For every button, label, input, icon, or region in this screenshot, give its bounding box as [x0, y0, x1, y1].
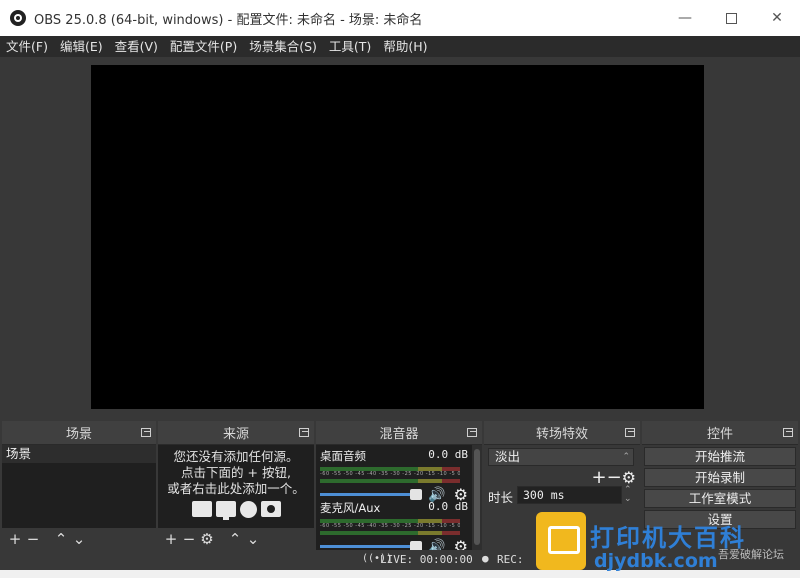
source-list[interactable]: 您还没有添加任何源。 点击下面的 + 按钮, 或者右击此处添加一个。: [158, 445, 314, 528]
mixer-dock-header: 混音器: [316, 421, 482, 445]
menu-tools[interactable]: 工具(T): [323, 36, 377, 57]
undock-icon[interactable]: [783, 428, 793, 437]
main-area: [0, 57, 800, 419]
volume-meter: [320, 479, 460, 483]
watermark: 打印机大百科 吾爱破解论坛 djydbk.com: [528, 506, 800, 578]
channel-db: 0.0 dB: [428, 448, 468, 461]
add-source-button[interactable]: +: [162, 528, 180, 550]
duration-label: 时长: [488, 490, 514, 505]
printer-logo-icon: [536, 512, 586, 570]
start-streaming-button[interactable]: 开始推流: [644, 447, 796, 466]
globe-icon: [239, 501, 257, 518]
list-item[interactable]: 场景: [2, 445, 156, 463]
menu-bar: 文件(F) 编辑(E) 查看(V) 配置文件(P) 场景集合(S) 工具(T) …: [0, 36, 800, 57]
menu-help[interactable]: 帮助(H): [377, 36, 433, 57]
mixer-channel-desktop: 桌面音频 0.0 dB -60 -55 -50 -45 -40 -35 -30 …: [316, 445, 472, 504]
add-scene-button[interactable]: +: [6, 528, 24, 550]
channel-name: 麦克风/Aux: [320, 501, 381, 515]
undock-icon[interactable]: [625, 428, 635, 437]
undock-icon[interactable]: [467, 428, 477, 437]
record-dot-icon: ●: [482, 552, 489, 565]
remove-scene-button[interactable]: −: [24, 528, 42, 550]
watermark-url: djydbk.com: [594, 550, 718, 572]
mixer-dock-title: 混音器: [379, 427, 419, 442]
transition-select[interactable]: 淡出 ⌃ ⌄: [488, 448, 634, 478]
sources-empty-hint: 您还没有添加任何源。 点击下面的 + 按钮, 或者右击此处添加一个。: [167, 449, 305, 496]
camera-icon: [260, 501, 281, 517]
volume-slider[interactable]: [320, 541, 423, 552]
move-down-icon[interactable]: ⌄: [244, 528, 262, 550]
menu-view[interactable]: 查看(V): [109, 36, 164, 57]
obs-logo-icon: [10, 10, 26, 26]
source-properties-gear-icon[interactable]: ⚙: [198, 528, 216, 550]
channel-db: 0.0 dB: [428, 500, 468, 513]
start-recording-button[interactable]: 开始录制: [644, 468, 796, 487]
close-button[interactable]: ✕: [754, 0, 800, 36]
title-bar: OBS 25.0.8 (64-bit, windows) - 配置文件: 未命名…: [0, 0, 800, 36]
watermark-forum: 吾爱破解论坛: [718, 548, 784, 561]
menu-profile[interactable]: 配置文件(P): [164, 36, 243, 57]
add-transition-button[interactable]: +: [591, 467, 606, 488]
scenes-dock-header: 场景: [2, 421, 156, 445]
duration-input[interactable]: 300 ms: [517, 486, 622, 504]
sources-dock: 来源 您还没有添加任何源。 点击下面的 + 按钮, 或者右击此处添加一个。 + …: [158, 421, 314, 550]
undock-icon[interactable]: [141, 428, 151, 437]
meter-ticks: -60 -55 -50 -45 -40 -35 -30 -25 -20 -15 …: [320, 471, 460, 477]
volume-slider[interactable]: [320, 489, 423, 500]
menu-edit[interactable]: 编辑(E): [54, 36, 109, 57]
controls-dock-title: 控件: [706, 427, 733, 442]
mixer-channels: 桌面音频 0.0 dB -60 -55 -50 -45 -40 -35 -30 …: [316, 445, 472, 556]
sources-toolbar: + − ⚙ ⌃ ⌄: [158, 528, 314, 550]
image-icon: [191, 501, 212, 517]
source-type-icons: [158, 501, 314, 520]
preview-canvas[interactable]: [91, 65, 704, 409]
scrollbar-thumb[interactable]: [474, 449, 480, 545]
window-title: OBS 25.0.8 (64-bit, windows) - 配置文件: 未命名…: [34, 12, 423, 28]
move-up-icon[interactable]: ⌃: [226, 528, 244, 550]
scenes-dock-title: 场景: [65, 427, 92, 442]
undock-icon[interactable]: [299, 428, 309, 437]
minimize-button[interactable]: —: [662, 0, 708, 36]
sources-dock-title: 来源: [222, 427, 249, 442]
live-timer: LIVE: 00:00:00: [380, 553, 473, 566]
transitions-dock-title: 转场特效: [535, 427, 588, 442]
mixer-dock: 混音器 桌面音频 0.0 dB -60 -55 -50 -45 -40 -35 …: [316, 421, 482, 556]
rec-timer: REC:: [497, 553, 524, 566]
scenes-toolbar: + − ⌃ ⌄: [2, 528, 156, 550]
duration-spinner[interactable]: ⌃ ⌄: [624, 486, 632, 504]
remove-transition-button[interactable]: −: [607, 467, 622, 488]
mixer-channel-mic: 麦克风/Aux 0.0 dB -60 -55 -50 -45 -40 -35 -…: [316, 497, 472, 556]
move-up-icon[interactable]: ⌃: [52, 528, 70, 550]
monitor-icon: [215, 501, 236, 520]
remove-source-button[interactable]: −: [180, 528, 198, 550]
maximize-button[interactable]: [708, 0, 754, 36]
mixer-scrollbar[interactable]: [472, 445, 482, 550]
scenes-dock: 场景 场景 + − ⌃ ⌄: [2, 421, 156, 550]
controls-dock-header: 控件: [642, 421, 798, 445]
transitions-dock-header: 转场特效: [484, 421, 640, 445]
volume-meter: [320, 531, 460, 535]
sources-dock-header: 来源: [158, 421, 314, 445]
scene-list[interactable]: 场景: [2, 445, 156, 528]
menu-scene-collection[interactable]: 场景集合(S): [243, 36, 323, 57]
menu-file[interactable]: 文件(F): [0, 36, 54, 57]
move-down-icon[interactable]: ⌄: [70, 528, 88, 550]
maximize-icon: [725, 12, 737, 24]
meter-ticks: -60 -55 -50 -45 -40 -35 -30 -25 -20 -15 …: [320, 523, 460, 529]
channel-name: 桌面音频: [320, 449, 366, 463]
